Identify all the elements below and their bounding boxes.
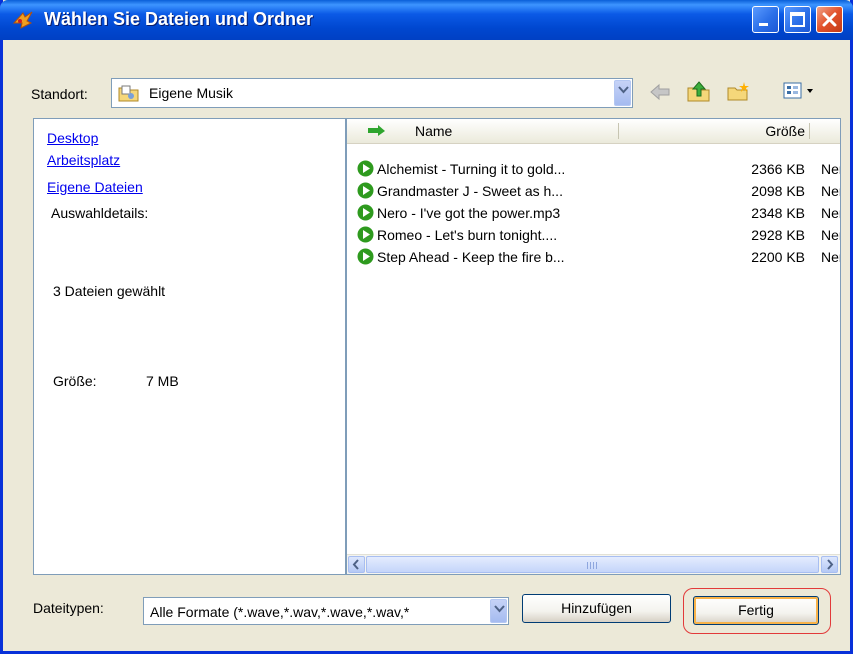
sort-arrow-icon [368, 125, 385, 136]
done-button-highlight [683, 588, 831, 634]
music-folder-icon [118, 85, 139, 102]
filetypes-label: Dateitypen: [33, 600, 104, 616]
filetypes-dropdown-button[interactable] [490, 599, 507, 623]
scroll-left-button[interactable] [348, 556, 365, 573]
file-type: Ner [821, 161, 840, 177]
maximize-icon [790, 12, 805, 27]
audio-file-icon [357, 160, 374, 177]
scroll-right-button[interactable] [821, 556, 838, 573]
horizontal-scrollbar[interactable] [347, 554, 840, 574]
size-label: Größe: [53, 373, 97, 389]
chevron-down-icon [618, 86, 629, 94]
location-dropdown-button[interactable] [614, 80, 631, 106]
location-value: Eigene Musik [149, 85, 234, 101]
details-heading: Auswahldetails: [51, 205, 149, 221]
file-type: Ner [821, 227, 840, 243]
column-header-size[interactable]: Größe [743, 123, 805, 139]
maximize-button[interactable] [784, 6, 811, 33]
add-button[interactable]: Hinzufügen [522, 594, 671, 623]
chevron-down-icon [494, 605, 505, 613]
title-bar[interactable]: Wählen Sie Dateien und Ordner [0, 0, 853, 40]
file-name: Romeo - Let's burn tonight.... [377, 227, 558, 243]
audio-file-icon [357, 204, 374, 221]
file-type: Ner [821, 249, 840, 265]
app-logo-icon [12, 11, 33, 29]
back-arrow-icon[interactable] [649, 82, 671, 102]
close-icon [822, 12, 837, 27]
audio-file-icon [357, 226, 374, 243]
list-item[interactable]: Romeo - Let's burn tonight.... 2928 KB N… [355, 224, 840, 246]
link-desktop[interactable]: Desktop [47, 130, 98, 146]
minimize-button[interactable] [752, 6, 779, 33]
chevron-right-icon [827, 559, 834, 570]
list-item[interactable]: Nero - I've got the power.mp3 2348 KB Ne… [355, 202, 840, 224]
file-size: 2366 KB [751, 161, 805, 177]
file-name: Step Ahead - Keep the fire b... [377, 249, 565, 265]
location-label: Standort: [31, 86, 88, 102]
column-divider[interactable] [809, 123, 810, 139]
column-divider[interactable] [618, 123, 619, 139]
location-dropdown[interactable]: Eigene Musik [111, 78, 633, 108]
file-size: 2200 KB [751, 249, 805, 265]
selected-count: 3 Dateien gewählt [53, 283, 166, 299]
list-item[interactable]: Step Ahead - Keep the fire b... 2200 KB … [355, 246, 840, 268]
scroll-thumb[interactable] [366, 556, 819, 573]
new-folder-icon[interactable] [727, 80, 751, 102]
selection-details-pane: Desktop Arbeitsplatz Eigene Dateien Ausw… [33, 118, 346, 575]
list-item[interactable]: Grandmaster J - Sweet as h... 2098 KB Ne… [355, 180, 840, 202]
file-name: Nero - I've got the power.mp3 [377, 205, 561, 221]
file-size: 2098 KB [751, 183, 805, 199]
column-header-name[interactable]: Name [415, 123, 452, 139]
link-arbeitsplatz[interactable]: Arbeitsplatz [47, 152, 120, 168]
audio-file-icon [357, 248, 374, 265]
file-size: 2928 KB [751, 227, 805, 243]
file-type: Ner [821, 183, 840, 199]
file-picker-dialog: Wählen Sie Dateien und Ordner Standort: … [0, 0, 853, 654]
file-type: Ner [821, 205, 840, 221]
list-item[interactable]: Alchemist - Turning it to gold... 2366 K… [355, 158, 840, 180]
minimize-icon [759, 23, 768, 26]
close-button[interactable] [816, 6, 843, 33]
file-name: Grandmaster J - Sweet as h... [377, 183, 563, 199]
link-eigene-dateien[interactable]: Eigene Dateien [47, 179, 143, 195]
chevron-left-icon [352, 559, 359, 570]
up-folder-icon[interactable] [687, 80, 711, 102]
list-header: Name Größe [347, 119, 840, 144]
view-menu-icon[interactable] [783, 82, 819, 100]
window-title: Wählen Sie Dateien und Ordner [44, 9, 314, 29]
filetypes-value: Alle Formate (*.wave,*.wav,*.wave,*.wav,… [150, 604, 410, 620]
size-value: 7 MB [146, 373, 179, 389]
filetypes-dropdown[interactable]: Alle Formate (*.wave,*.wav,*.wave,*.wav,… [143, 597, 509, 625]
file-size: 2348 KB [751, 205, 805, 221]
file-name: Alchemist - Turning it to gold... [377, 161, 566, 177]
audio-file-icon [357, 182, 374, 199]
file-list[interactable]: Name Größe Alchemist - Turning it to gol… [346, 118, 841, 575]
